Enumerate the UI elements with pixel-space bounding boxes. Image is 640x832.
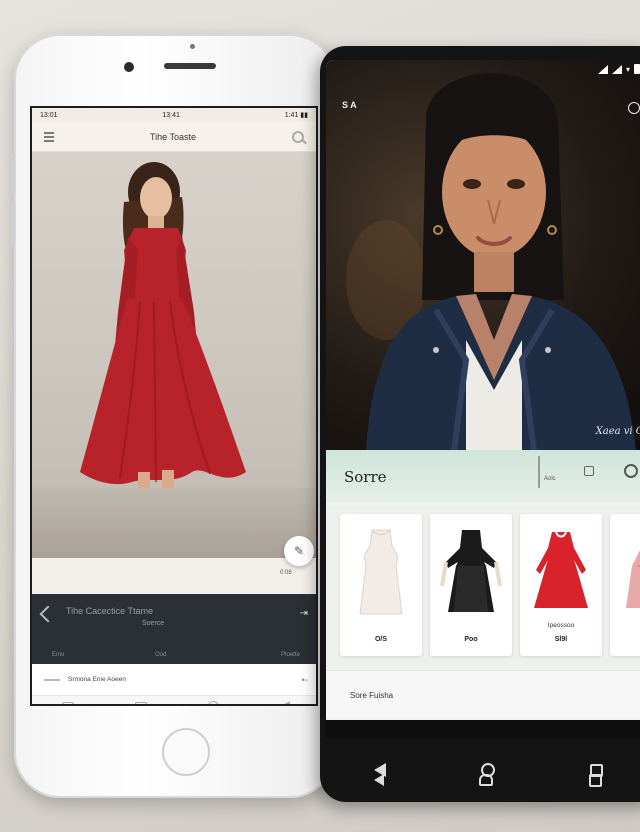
status-time-left: 13:01	[40, 111, 58, 119]
signal-icon	[597, 64, 608, 74]
page-title: Tihe Toaste	[149, 131, 197, 142]
earpiece-speaker	[164, 63, 216, 69]
profile-icon[interactable]	[628, 102, 640, 114]
product-info-bar: Tihe Cacectice Ttame Soerce ⇥ Emo Ood Pt…	[32, 594, 316, 664]
nav-back-icon-2[interactable]	[373, 774, 384, 786]
product-price: O/S	[374, 636, 388, 643]
status-bar: ▾	[326, 60, 640, 78]
tab-gallery-icon[interactable]	[135, 701, 148, 704]
share-label: 0:08	[280, 570, 292, 576]
black-dress-image	[440, 530, 502, 612]
category-label[interactable]: Aolc	[544, 476, 556, 482]
product-card[interactable]	[610, 514, 640, 656]
share-arrow-icon[interactable]: ⇥	[300, 608, 308, 619]
status-right: 1:41 ▮▮	[284, 112, 308, 119]
product-title: Tihe Cacectice Ttame	[66, 606, 154, 616]
iphone-device: 13:01 13:41 1:41 ▮▮ Tihe Toaste ✎ 0:08 T…	[11, 34, 336, 798]
search-icon[interactable]	[292, 130, 304, 143]
toggle-icon[interactable]: •◦	[302, 675, 308, 685]
search-dash	[44, 678, 60, 681]
menu-icon[interactable]	[44, 131, 54, 142]
search-icon[interactable]	[624, 464, 638, 478]
product-price: Sl9l	[554, 636, 568, 643]
tab-home-icon[interactable]	[62, 701, 75, 704]
bag-icon[interactable]	[584, 466, 594, 476]
volume-down-button	[11, 204, 15, 244]
volume-up-button	[11, 154, 15, 194]
search-row-text: Srmona Enie Aoeen	[68, 676, 126, 683]
share-fab-button[interactable]: ✎	[284, 536, 314, 566]
info-label-2[interactable]: Ood	[155, 652, 166, 658]
front-camera	[124, 62, 134, 72]
floor-shadow	[32, 488, 316, 558]
left-screen: 13:01 13:41 1:41 ▮▮ Tihe Toaste ✎ 0:08 T…	[30, 106, 318, 706]
info-label-3[interactable]: Ptoette	[281, 652, 300, 658]
category-title: Sorre	[344, 468, 387, 486]
category-bar: Sorre Aolc	[326, 450, 640, 502]
nav-recent-apps-icon-2[interactable]	[589, 774, 603, 787]
tab-search-icon[interactable]	[207, 700, 219, 704]
nav-home-icon-2[interactable]	[479, 774, 494, 786]
product-card[interactable]: O/S	[340, 514, 422, 656]
wifi-icon: ▾	[625, 64, 630, 74]
android-nav-bar	[326, 738, 640, 802]
signal-icon-2	[611, 64, 622, 74]
model-portrait	[346, 73, 636, 450]
search-row[interactable]: Srmona Enie Aoeen •◦	[32, 664, 316, 696]
android-device: ▾ S A Xaea vi O Sorre Aolc O/S Poo Ipeos…	[320, 46, 640, 802]
app-logo[interactable]: S A	[342, 100, 357, 110]
right-screen: ▾ S A Xaea vi O Sorre Aolc O/S Poo Ipeos…	[326, 60, 640, 738]
ear-dot	[190, 44, 195, 49]
status-bar: 13:01 13:41 1:41 ▮▮	[32, 108, 316, 122]
category-divider	[538, 456, 540, 488]
back-arrow-icon[interactable]	[39, 605, 57, 623]
product-card[interactable]: Poo	[430, 514, 512, 656]
bottom-tab-bar	[32, 696, 316, 704]
product-subtitle: Soerce	[142, 620, 165, 627]
product-carousel: O/S Poo Ipeossoo Sl9l	[326, 506, 640, 666]
white-dress-image	[359, 529, 403, 615]
model-jacket-image[interactable]: ▾ S A Xaea vi O	[326, 60, 640, 450]
footer-text[interactable]: Sore Fuisha	[350, 691, 393, 700]
screen-bottom-edge	[326, 720, 640, 738]
app-header: Tihe Toaste	[32, 122, 316, 152]
product-price: Poo	[464, 636, 478, 643]
product-card[interactable]: Ipeossoo Sl9l	[520, 514, 602, 656]
battery-icon	[634, 64, 640, 74]
product-hero-image[interactable]	[32, 152, 316, 558]
hero-caption: Xaea vi O	[595, 426, 640, 437]
tab-play-icon[interactable]	[279, 701, 290, 704]
pink-dress-image	[626, 550, 640, 608]
nav-bar-secondary	[326, 774, 640, 787]
status-time-center: 13:41	[162, 111, 180, 119]
footer-section: Sore Fuisha	[326, 670, 640, 718]
info-label-1[interactable]: Emo	[52, 652, 64, 658]
info-labels: Emo Ood Ptoette	[32, 652, 316, 658]
red-dress-image	[534, 531, 588, 608]
home-button[interactable]	[162, 728, 210, 776]
product-name: Ipeossoo	[547, 622, 575, 629]
